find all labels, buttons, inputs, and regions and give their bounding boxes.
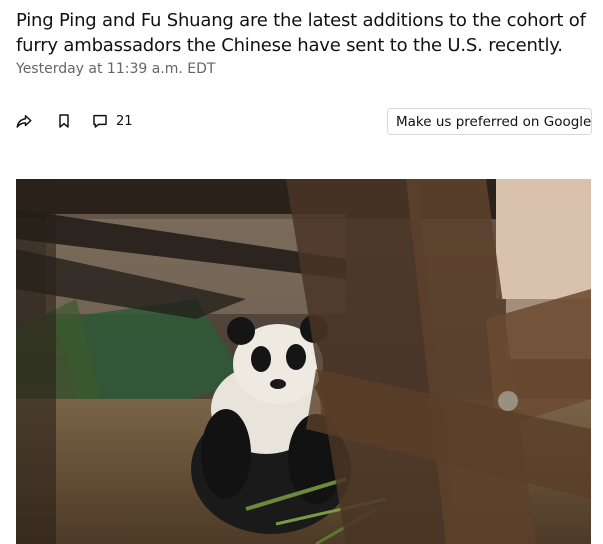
- share-icon: [16, 115, 32, 128]
- publish-timestamp: Yesterday at 11:39 a.m. EDT: [16, 61, 216, 77]
- google-preferred-source-button[interactable]: Make us preferred on Google: [387, 108, 592, 135]
- comment-count: 21: [116, 113, 133, 129]
- article-actions: 21: [12, 109, 133, 133]
- google-preferred-label: Make us preferred on Google: [396, 113, 592, 130]
- comment-icon: [93, 114, 107, 128]
- comments-button[interactable]: 21: [92, 113, 133, 129]
- bookmark-button[interactable]: [52, 109, 76, 133]
- article-subheadline: Ping Ping and Fu Shuang are the latest a…: [16, 10, 586, 56]
- bookmark-icon: [59, 114, 69, 128]
- article-photo: [16, 179, 591, 544]
- share-button[interactable]: [12, 109, 36, 133]
